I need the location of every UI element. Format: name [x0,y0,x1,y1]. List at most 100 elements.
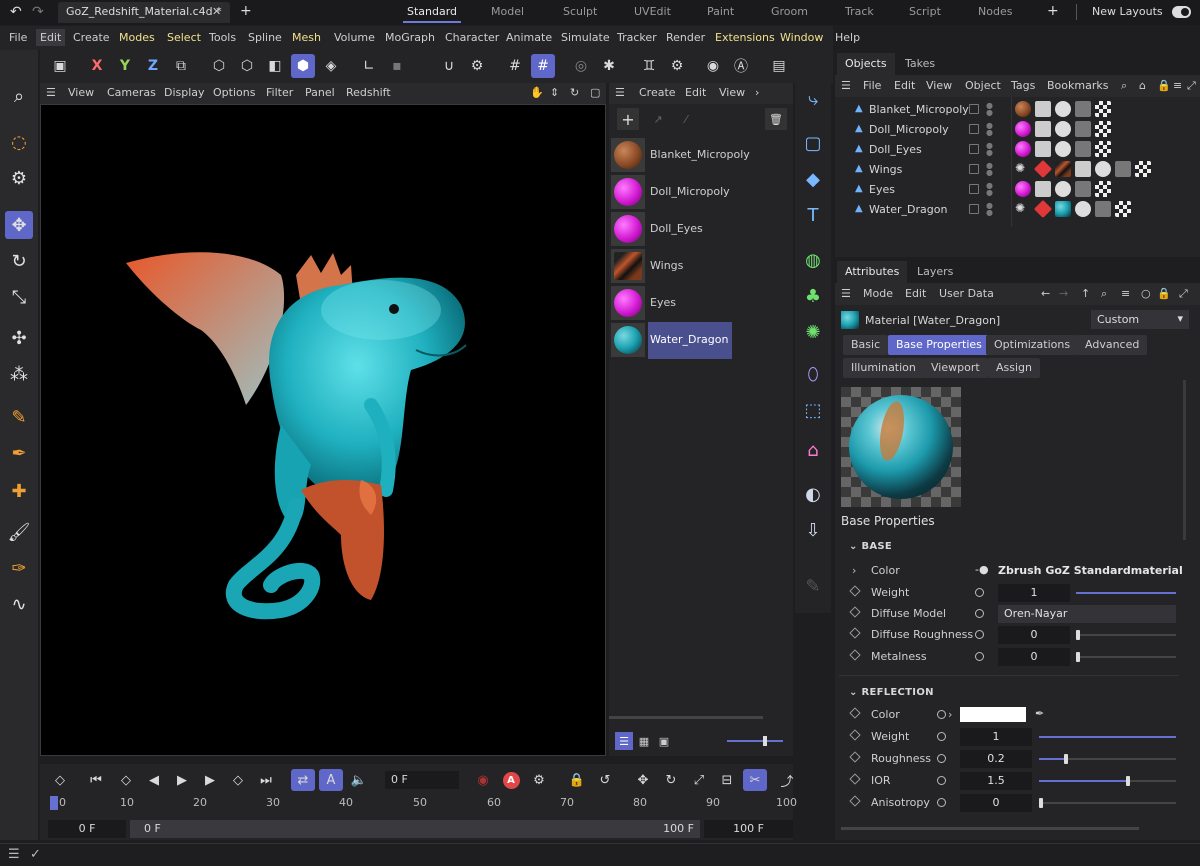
keyframe-icon[interactable] [849,585,861,597]
roughness-slider[interactable] [1039,754,1176,764]
objects-menu-view[interactable]: View [926,79,952,92]
deformer-icon[interactable]: ⬯ [799,360,827,388]
axis-z-lock[interactable]: Z [141,54,165,78]
points-mode-icon[interactable]: ⬡ [207,54,231,78]
start-frame-field[interactable]: 0 F [48,820,126,838]
delete-icon[interactable]: 🗑 [765,108,787,130]
visibility-dots[interactable]: ● ● [986,202,993,217]
lock-icon[interactable]: 🔒 [1157,79,1171,92]
animate-icon[interactable] [937,710,946,719]
layout-nodes[interactable]: Nodes [978,5,1012,18]
sun-tag[interactable]: ✺ [1015,161,1031,177]
edges-mode-icon[interactable]: ⬡ [235,54,259,78]
layout-paint[interactable]: Paint [707,5,734,18]
live-selection-icon[interactable]: ◌ [5,128,33,156]
selection-tag[interactable] [1095,201,1111,217]
layout-standard[interactable]: Standard [402,5,462,23]
material-tag[interactable] [1015,121,1031,137]
phong-tag[interactable] [1055,181,1071,197]
mograph-cloner-icon[interactable]: ◍ [799,246,827,274]
document-tab[interactable]: GoZ_Redshift_Material.c4d * [58,2,230,23]
attributes-menu-edit[interactable]: Edit [905,287,926,300]
layout-sculpt[interactable]: Sculpt [563,5,597,18]
move-selection-icon[interactable]: ⚙ [5,164,33,192]
visibility-dots[interactable]: ● ● [986,102,993,117]
layer-checkbox[interactable] [969,104,979,114]
menu-mograph[interactable]: MoGraph [385,31,435,44]
record-icon[interactable]: ○ [1141,287,1151,300]
objects-menu-tags[interactable]: Tags [1011,79,1035,92]
roughness-field[interactable]: 0.2 [960,750,1032,768]
ior-field[interactable]: 1.5 [960,772,1032,790]
menu-window[interactable]: Window [780,31,823,44]
more-icon[interactable]: ⤴ [775,769,799,791]
tab-takes[interactable]: Takes [897,53,943,75]
polygon-pen-icon[interactable]: ✚ [5,477,33,505]
uvw-tag[interactable] [1075,161,1091,177]
keyframe-icon[interactable] [849,729,861,741]
redshift-tag[interactable] [1033,159,1053,179]
material-item[interactable]: Blanket_Micropoly [609,137,793,174]
animate-icon[interactable] [975,609,984,618]
checker-tag[interactable] [1095,181,1111,197]
diffuse-model-dropdown[interactable]: Oren-Nayar [998,605,1176,623]
grid-view-icon[interactable]: ▦ [635,732,653,750]
magnet-icon[interactable]: ∪ [437,54,461,78]
tab-layers[interactable]: Layers [909,261,961,283]
slider-knob[interactable] [1076,652,1080,662]
menu-character[interactable]: Character [445,31,499,44]
selection-tag[interactable] [1115,161,1131,177]
uvw-tag[interactable] [1035,121,1051,137]
animate-icon[interactable] [937,732,946,741]
material-menu-icon[interactable]: ☰ [615,86,625,99]
menu-help[interactable]: Help [835,31,860,44]
dolly-icon[interactable]: ⇕ [550,86,559,99]
animate-icon[interactable] [937,754,946,763]
position-key-icon[interactable]: ✥ [631,769,655,791]
camera-icon[interactable]: ⇩ [799,516,827,544]
filter-icon[interactable]: ≡ [1173,79,1182,92]
slider-knob[interactable] [1076,630,1080,640]
menu-extensions[interactable]: Extensions [715,31,775,44]
reflection-weight-field[interactable]: 1 [960,728,1032,746]
material-item[interactable]: Doll_Eyes [609,211,793,248]
reflection-weight-slider[interactable] [1039,736,1176,738]
uvw-tag[interactable] [1035,141,1051,157]
material-tag[interactable] [1015,181,1031,197]
keyframe-icon[interactable] [849,649,861,661]
selection-tag[interactable] [1075,141,1091,157]
workplane-icon[interactable]: # [531,54,555,78]
attributes-vscrollbar[interactable] [1183,380,1186,540]
menu-tracker[interactable]: Tracker [617,31,657,44]
visibility-dots[interactable]: ● ● [986,162,993,177]
checker-tag[interactable] [1095,141,1111,157]
ior-slider[interactable] [1039,776,1176,786]
cube-icon[interactable]: ◆ [799,165,827,193]
move-tool-icon[interactable]: ✥ [5,211,33,239]
objects-menu-object[interactable]: Object [965,79,1001,92]
autokey-icon[interactable]: A [499,769,523,791]
preset-dropdown[interactable]: Custom ▾ [1091,310,1189,329]
add-layout-icon[interactable]: + [1047,3,1059,19]
tab-illumination[interactable]: Illumination [843,358,924,378]
previous-frame-icon[interactable]: ◀ [142,769,166,791]
phong-tag[interactable] [1055,101,1071,117]
keyframe-icon[interactable] [849,627,861,639]
clapper-icon[interactable]: ▤ [767,54,791,78]
polygons-mode-icon[interactable]: ◧ [263,54,287,78]
grid-snap-icon[interactable]: # [503,54,527,78]
rotation-key-icon[interactable]: ↻ [659,769,683,791]
eyedropper-icon[interactable]: ✒ [1035,707,1044,720]
anisotropy-field[interactable]: 0 [960,794,1032,812]
menu-modes[interactable]: Modes [119,31,155,44]
layout-uvedit[interactable]: UVEdit [634,5,671,18]
object-row[interactable]: ▲ Doll_Eyes ● ● [835,139,1200,159]
undo-icon[interactable]: ↶ [10,4,22,20]
object-row[interactable]: ▲ Doll_Micropoly ● ● [835,119,1200,139]
menu-spline[interactable]: Spline [248,31,282,44]
viewport-menu-panel[interactable]: Panel [305,86,335,99]
uvw-tag[interactable] [1035,101,1051,117]
menu-select[interactable]: Select [167,31,201,44]
animate-icon[interactable] [937,798,946,807]
animate-icon[interactable] [975,588,984,597]
